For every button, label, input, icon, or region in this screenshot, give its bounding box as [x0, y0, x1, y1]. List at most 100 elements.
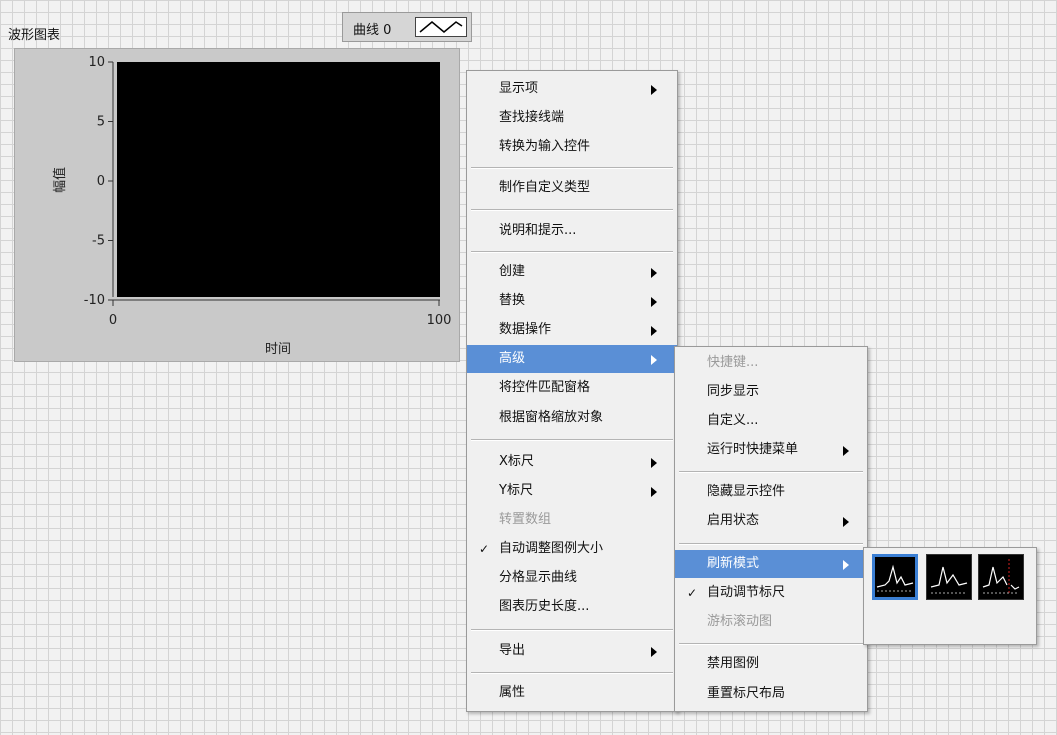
advanced-submenu: 快捷键... 同步显示自定义... 运行时快捷菜单 隐藏显示控件 启用状态刷新模式 ✓ 自动… — [674, 346, 868, 712]
context-menu-item-label: 显示项 — [499, 81, 539, 96]
context-menu-item-13: 转置数组 — [467, 506, 677, 534]
context-menu-item-label: 分格显示曲线 — [499, 570, 578, 585]
advanced-submenu-item-2[interactable]: 自定义... — [675, 407, 867, 435]
submenu-arrow-icon — [651, 458, 657, 468]
legend-plot-name: 曲线 0 — [353, 23, 392, 38]
sweep-chart-mode-icon[interactable] — [978, 554, 1024, 600]
submenu-arrow-icon — [651, 326, 657, 336]
menu-separator — [471, 251, 673, 253]
context-menu-item-18[interactable]: 属性 — [467, 679, 677, 707]
chart-label: 波形图表 — [8, 28, 61, 43]
submenu-arrow-icon — [651, 297, 657, 307]
context-menu-item-label: 制作自定义类型 — [499, 180, 591, 195]
context-menu-item-label: Y标尺 — [499, 483, 533, 498]
context-menu-item-15[interactable]: 分格显示曲线 — [467, 564, 677, 592]
advanced-submenu-item-6[interactable]: 刷新模式 — [675, 550, 867, 578]
menu-separator — [471, 209, 673, 211]
advanced-submenu-item-7[interactable]: ✓ 自动调节标尺 — [675, 579, 867, 607]
y-tick-label: -10 — [84, 293, 105, 308]
menu-separator — [471, 629, 673, 631]
advanced-submenu-item-label: 刷新模式 — [707, 556, 760, 571]
advanced-submenu-item-4[interactable]: 隐藏显示控件 — [675, 478, 867, 506]
context-menu-item-12[interactable]: Y标尺 — [467, 477, 677, 505]
scope-chart-mode-icon[interactable] — [926, 554, 972, 600]
context-menu-item-label: 创建 — [499, 264, 526, 279]
check-icon: ✓ — [479, 542, 490, 556]
advanced-submenu-item-label: 运行时快捷菜单 — [707, 442, 799, 457]
submenu-arrow-icon — [651, 355, 657, 365]
submenu-arrow-icon — [843, 560, 849, 570]
context-menu-item-7[interactable]: 数据操作 — [467, 316, 677, 344]
context-menu-item-2[interactable]: 转换为输入控件 — [467, 133, 677, 161]
advanced-submenu-item-1[interactable]: 同步显示 — [675, 378, 867, 406]
context-menu-item-17[interactable]: 导出 — [467, 637, 677, 665]
context-menu-item-label: 导出 — [499, 643, 526, 658]
context-menu-item-8[interactable]: 高级 — [467, 345, 677, 373]
y-tick-label: 10 — [88, 55, 105, 70]
menu-separator — [471, 672, 673, 674]
check-icon: ✓ — [687, 586, 698, 600]
context-menu-item-11[interactable]: X标尺 — [467, 448, 677, 476]
legend-plot-icon[interactable] — [415, 17, 467, 37]
submenu-arrow-icon — [651, 268, 657, 278]
advanced-submenu-item-8: 游标滚动图 — [675, 608, 867, 636]
advanced-submenu-item-0: 快捷键... — [675, 349, 867, 377]
advanced-submenu-item-label: 同步显示 — [707, 384, 760, 399]
strip-chart-mode-icon[interactable] — [872, 554, 918, 600]
x-tick-label: 0 — [109, 313, 117, 328]
advanced-submenu-item-label: 启用状态 — [707, 513, 760, 528]
submenu-arrow-icon — [651, 85, 657, 95]
context-menu-item-label: 数据操作 — [499, 322, 552, 337]
submenu-arrow-icon — [651, 487, 657, 497]
context-menu-item-6[interactable]: 替换 — [467, 287, 677, 315]
context-menu-item-3[interactable]: 制作自定义类型 — [467, 174, 677, 202]
context-menu-item-label: 转换为输入控件 — [499, 139, 591, 154]
context-menu-item-label: 根据窗格缩放对象 — [499, 410, 604, 425]
y-axis-label: 幅值 — [52, 167, 68, 193]
advanced-submenu-item-label: 重置标尺布局 — [707, 686, 786, 701]
context-menu-item-label: X标尺 — [499, 454, 534, 469]
submenu-arrow-icon — [843, 446, 849, 456]
context-menu-item-label: 转置数组 — [499, 512, 552, 527]
x-axis-label: 时间 — [265, 342, 291, 357]
context-menu-item-label: 图表历史长度... — [499, 599, 590, 614]
plot-legend[interactable]: 曲线 0 — [342, 12, 472, 42]
context-menu-item-10[interactable]: 根据窗格缩放对象 — [467, 404, 677, 432]
advanced-submenu-item-label: 快捷键... — [707, 355, 759, 370]
context-menu-item-14[interactable]: ✓ 自动调整图例大小 — [467, 535, 677, 563]
menu-separator — [471, 439, 673, 441]
menu-separator — [679, 643, 863, 645]
context-menu-item-5[interactable]: 创建 — [467, 258, 677, 286]
submenu-arrow-icon — [843, 517, 849, 527]
menu-separator — [679, 543, 863, 545]
context-menu-item-9[interactable]: 将控件匹配窗格 — [467, 374, 677, 402]
context-menu-item-label: 替换 — [499, 293, 526, 308]
advanced-submenu-item-5[interactable]: 启用状态 — [675, 507, 867, 535]
context-menu-item-0[interactable]: 显示项 — [467, 75, 677, 103]
advanced-submenu-item-9[interactable]: 禁用图例 — [675, 650, 867, 678]
advanced-submenu-item-label: 禁用图例 — [707, 656, 760, 671]
waveform-chart[interactable]: 10 5 0 -5 -10 0 100 幅值 时间 — [14, 48, 460, 362]
advanced-submenu-item-label: 自定义... — [707, 413, 759, 428]
advanced-submenu-item-3[interactable]: 运行时快捷菜单 — [675, 436, 867, 464]
context-menu-item-4[interactable]: 说明和提示... — [467, 217, 677, 245]
context-menu-item-label: 高级 — [499, 351, 526, 366]
menu-separator — [679, 471, 863, 473]
context-menu-item-label: 说明和提示... — [499, 223, 577, 238]
menu-separator — [471, 167, 673, 169]
context-menu-item-16[interactable]: 图表历史长度... — [467, 593, 677, 621]
y-tick-label: -5 — [92, 234, 105, 249]
refresh-mode-palette — [863, 547, 1037, 645]
advanced-submenu-item-label: 游标滚动图 — [707, 614, 773, 629]
context-menu-item-label: 将控件匹配窗格 — [499, 380, 591, 395]
y-tick-label: 5 — [97, 115, 105, 130]
context-menu-item-1[interactable]: 查找接线端 — [467, 104, 677, 132]
submenu-arrow-icon — [651, 647, 657, 657]
y-tick-label: 0 — [97, 174, 105, 189]
context-menu-item-label: 属性 — [499, 685, 526, 700]
advanced-submenu-item-label: 隐藏显示控件 — [707, 484, 786, 499]
advanced-submenu-item-10[interactable]: 重置标尺布局 — [675, 680, 867, 708]
plot-area — [117, 62, 440, 297]
x-tick-label: 100 — [427, 313, 452, 328]
context-menu-item-label: 查找接线端 — [499, 110, 565, 125]
